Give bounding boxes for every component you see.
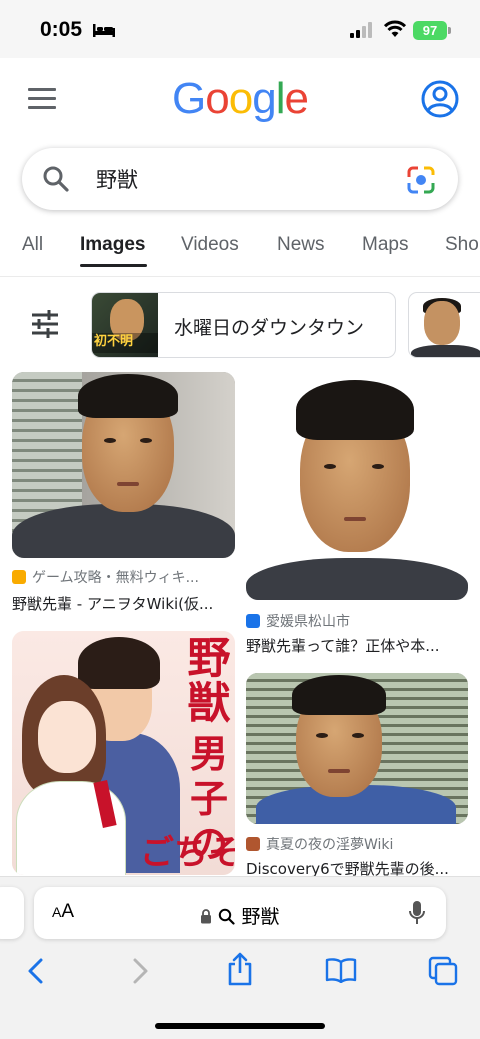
result-image-1[interactable] <box>12 372 235 558</box>
result-image-2[interactable] <box>246 372 468 600</box>
camera-lens-icon[interactable] <box>406 165 436 195</box>
google-header: Google 野獣 All Images Videos News Maps Sh… <box>0 58 480 282</box>
lock-icon <box>201 909 212 924</box>
status-time: 0:05 <box>40 18 83 41</box>
share-icon[interactable] <box>226 951 254 987</box>
cover-title-3: ごちそ <box>140 833 235 873</box>
tab-news[interactable]: News <box>277 234 325 256</box>
tab-images[interactable]: Images <box>80 234 145 256</box>
tab-videos[interactable]: Videos <box>181 234 239 256</box>
chip-thumbnail: 初不明 <box>92 293 158 357</box>
home-indicator <box>155 1023 325 1029</box>
result-source-4[interactable]: 真夏の夜の淫夢Wiki <box>246 834 468 854</box>
result-title-1[interactable]: 野獣先輩 - アニヲタWiki(仮... <box>12 593 234 614</box>
search-bar[interactable]: 野獣 <box>22 148 458 210</box>
active-tab-underline <box>80 264 147 267</box>
header-divider <box>0 276 480 277</box>
url-text: 野獣 <box>241 906 280 928</box>
result-image-4[interactable] <box>246 673 468 824</box>
back-icon[interactable] <box>24 957 48 985</box>
address-bar[interactable]: AA 野獣 <box>34 887 446 939</box>
tabs-icon[interactable] <box>428 956 458 986</box>
previous-tab-address-bar[interactable] <box>0 887 24 939</box>
site-favicon <box>246 837 260 851</box>
forward-icon[interactable] <box>128 957 152 985</box>
site-favicon <box>12 570 26 584</box>
filter-icon[interactable] <box>30 310 60 338</box>
bed-icon <box>93 24 115 37</box>
google-logo[interactable]: Google <box>0 74 480 124</box>
search-tabs: All Images Videos News Maps Sho <box>0 226 480 272</box>
search-input[interactable]: 野獣 <box>96 164 138 194</box>
status-bar: 0:05 97 <box>0 0 480 58</box>
result-image-3[interactable]: 野獣 男子の ごちそ <box>12 631 235 875</box>
account-icon[interactable] <box>420 79 460 119</box>
result-source-2[interactable]: 愛媛県松山市 <box>246 611 468 631</box>
related-chip-2[interactable] <box>408 292 480 358</box>
signal-icon <box>350 22 372 38</box>
site-favicon <box>246 614 260 628</box>
chip-thumbnail-caption: 初不明 <box>94 334 134 349</box>
safari-toolbar: AA 野獣 <box>0 876 480 1039</box>
tab-shopping[interactable]: Sho <box>445 234 479 256</box>
search-icon[interactable] <box>42 165 70 193</box>
related-chip[interactable]: 初不明 水曜日のダウンタウン <box>91 292 396 358</box>
chip-label: 水曜日のダウンタウン <box>174 317 365 339</box>
mic-icon[interactable] <box>408 900 426 926</box>
wifi-icon <box>383 20 407 37</box>
tab-all[interactable]: All <box>22 234 43 256</box>
result-source-1[interactable]: ゲーム攻略・無料ウィキ... <box>12 567 234 587</box>
cover-title: 野獣 <box>187 634 231 729</box>
battery-level: 97 <box>413 21 447 40</box>
result-title-2[interactable]: 野獣先輩って誰？正体や本... <box>246 635 468 656</box>
battery-tip <box>448 27 451 34</box>
magnifier-icon <box>219 908 236 925</box>
bookmarks-icon[interactable] <box>325 957 357 983</box>
url-field[interactable]: 野獣 <box>34 902 446 929</box>
tab-maps[interactable]: Maps <box>362 234 408 256</box>
